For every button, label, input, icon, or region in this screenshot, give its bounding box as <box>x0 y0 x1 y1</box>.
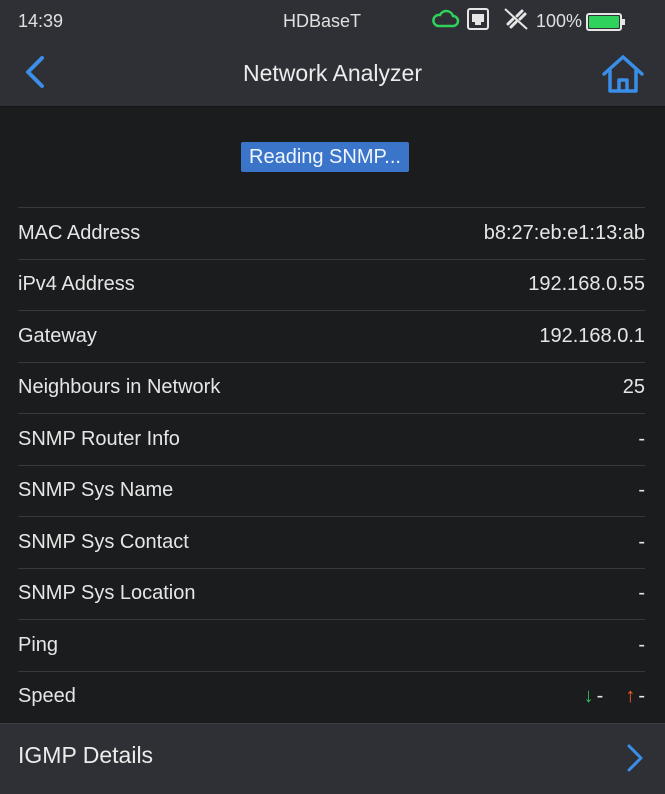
link-broken-icon <box>502 6 530 37</box>
row-label: Neighbours in Network <box>18 376 221 399</box>
download-speed-value: - <box>596 685 604 708</box>
row-value: - <box>638 582 645 605</box>
row-value: 192.168.0.55 <box>528 273 645 296</box>
nav-bar: Network Analyzer <box>0 40 665 107</box>
chevron-right-icon <box>627 744 643 772</box>
battery-level-fill <box>589 15 620 28</box>
row-value: 192.168.0.1 <box>539 324 645 347</box>
info-row-mac-address: MAC Address b8:27:eb:e1:13:ab <box>18 207 645 259</box>
upload-speed-value: - <box>638 685 645 708</box>
info-row-snmp-router-info: SNMP Router Info - <box>18 413 645 465</box>
info-row-ipv4-address: iPv4 Address 192.168.0.55 <box>18 258 645 311</box>
row-label: MAC Address <box>18 221 141 244</box>
row-value: - <box>638 633 645 656</box>
connection-mode-label: HDBaseT <box>283 11 362 31</box>
row-label: iPv4 Address <box>18 273 135 296</box>
row-value: - <box>638 479 645 502</box>
info-row-snmp-sys-name: SNMP Sys Name - <box>18 464 645 517</box>
status-icons: 100% <box>430 6 628 37</box>
row-value: 25 <box>622 376 645 399</box>
status-time: 14:39 <box>18 11 64 31</box>
page-title: Network Analyzer <box>243 60 422 86</box>
row-label: SNMP Sys Location <box>18 582 196 605</box>
upload-speed: ↑ - <box>625 685 645 708</box>
home-icon <box>602 55 644 93</box>
snmp-status-badge: Reading SNMP... <box>241 142 409 172</box>
status-bar: 14:39 HDBaseT 100% <box>0 0 665 40</box>
row-label: SNMP Sys Name <box>18 479 174 502</box>
row-label: Speed <box>18 685 76 708</box>
battery-percent: 100% <box>536 11 583 31</box>
home-button[interactable] <box>600 52 646 96</box>
battery-icon <box>586 12 626 31</box>
network-info-panel: Reading SNMP... MAC Address b8:27:eb:e1:… <box>0 107 665 723</box>
row-label: SNMP Router Info <box>18 427 180 450</box>
info-row-snmp-sys-contact: SNMP Sys Contact - <box>18 516 645 568</box>
arrow-down-icon: ↓ <box>583 685 594 708</box>
row-label: Gateway <box>18 324 97 347</box>
row-value: - <box>638 530 645 553</box>
igmp-details-button[interactable]: IGMP Details <box>0 723 665 794</box>
row-value: b8:27:eb:e1:13:ab <box>483 221 645 244</box>
info-row-snmp-sys-location: SNMP Sys Location - <box>18 567 645 620</box>
row-value: - <box>638 427 645 450</box>
arrow-up-icon: ↑ <box>625 685 636 708</box>
row-label: Ping <box>18 633 59 656</box>
info-row-gateway: Gateway 192.168.0.1 <box>18 310 645 362</box>
download-speed: ↓ - <box>584 685 604 708</box>
info-row-speed: Speed ↓ - ↑ - <box>18 670 645 723</box>
info-row-neighbours: Neighbours in Network 25 <box>18 361 645 414</box>
igmp-details-label: IGMP Details <box>18 742 154 768</box>
info-row-ping: Ping - <box>18 619 645 671</box>
row-label: SNMP Sys Contact <box>18 530 189 553</box>
cloud-icon <box>430 7 460 36</box>
speed-values: ↓ - ↑ - <box>562 685 645 708</box>
ethernet-port-icon <box>466 7 490 36</box>
info-list: MAC Address b8:27:eb:e1:13:ab iPv4 Addre… <box>18 207 645 722</box>
